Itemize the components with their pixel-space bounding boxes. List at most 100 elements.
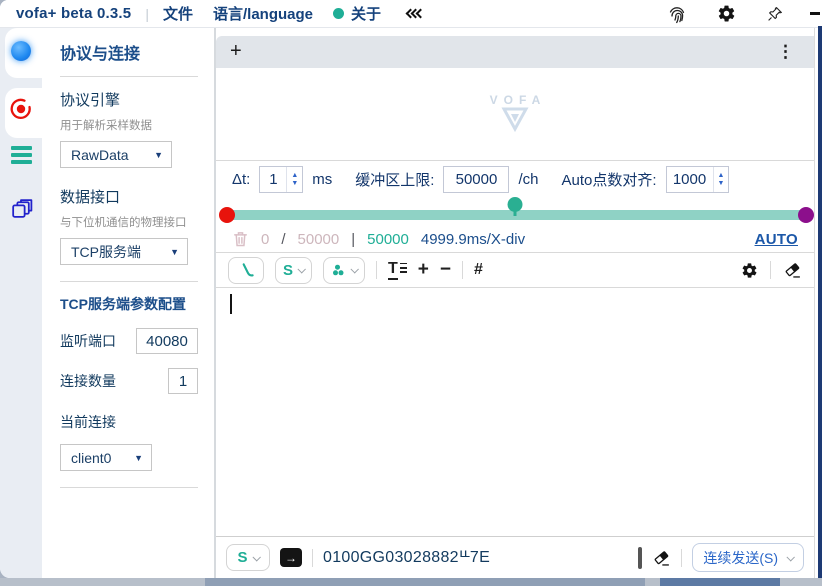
plot-tabbar: + ⋮ [216, 36, 814, 68]
clear-display-eraser-icon[interactable] [783, 261, 802, 279]
port-label: 监听端口 [60, 331, 116, 351]
slash-separator: / [281, 231, 285, 248]
dropdown-arrow-icon: ▼ [134, 453, 143, 463]
auto-scale-button[interactable]: AUTO [755, 231, 798, 248]
app-window: vofa+ beta 0.3.5 | 文件 语言/language 关于 [0, 0, 822, 578]
send-format-dropdown[interactable]: S [226, 544, 270, 571]
menu-about[interactable]: 关于 [333, 3, 381, 24]
engine-select-value: RawData [71, 147, 129, 163]
divider [60, 487, 198, 488]
add-tab-button[interactable]: + [216, 41, 242, 63]
pages-layers-icon[interactable] [0, 196, 42, 221]
text-format-button[interactable]: T [388, 261, 407, 280]
auto-align-spinbox[interactable]: 1000 ▲▼ [666, 166, 730, 193]
text-lines-icon [400, 263, 407, 273]
hex-display-button[interactable]: # [474, 261, 483, 279]
plot-canvas[interactable]: VOFA [216, 68, 814, 160]
interface-select-value: TCP服务端 [71, 242, 141, 262]
minimize-icon[interactable] [810, 12, 820, 15]
current-conn-select[interactable]: client0 ▼ [60, 444, 152, 471]
chevron-down-icon [297, 265, 305, 273]
curve-tool-button[interactable] [228, 257, 264, 284]
divider [60, 76, 198, 77]
dropdown-arrow-icon: ▼ [170, 247, 179, 257]
engine-select[interactable]: RawData ▼ [60, 141, 172, 168]
current-conn-label: 当前连接 [60, 412, 116, 432]
fingerprint-icon[interactable] [667, 4, 687, 24]
menu-file[interactable]: 文件 [163, 3, 193, 24]
dt-spinbox[interactable]: 1 ▲▼ [259, 166, 303, 193]
send-format-label: S [237, 549, 247, 566]
toolbar-divider [376, 261, 377, 279]
send-payload-input[interactable]: 0100GG03028882LL7E [323, 549, 490, 567]
channel-group-dropdown[interactable] [323, 257, 365, 284]
send-bar: S → 0100GG03028882LL7E [216, 536, 814, 578]
menu-about-label: 关于 [351, 3, 381, 24]
interface-desc: 与下位机通信的物理接口 [60, 214, 206, 230]
titlebar: vofa+ beta 0.3.5 | 文件 语言/language 关于 [0, 0, 822, 28]
auto-align-label: Auto点数对齐: [561, 169, 656, 190]
pipe-separator: | [351, 231, 355, 248]
data-text-area[interactable] [216, 288, 814, 536]
pin-icon[interactable] [766, 5, 784, 23]
engine-desc: 用于解析采样数据 [60, 117, 206, 133]
buffer-capacity: 50000 [298, 231, 340, 248]
buffer-limit-label: 缓冲区上限: [355, 169, 434, 190]
spin-arrows-icon[interactable]: ▲▼ [713, 167, 729, 192]
buffer-used: 0 [261, 231, 269, 248]
settings-gear-icon[interactable] [717, 4, 736, 23]
curve-icon [238, 262, 255, 279]
menu-language[interactable]: 语言/language [213, 3, 313, 24]
desktop-strip [0, 578, 822, 586]
payload-prefix: 0100GG03028882 [323, 549, 459, 566]
sendbar-divider [681, 549, 682, 567]
tcp-config-heading: TCP服务端参数配置 [60, 294, 206, 314]
conn-count-label: 连接数量 [60, 371, 116, 391]
panel-title: 协议与连接 [60, 40, 206, 64]
app-title: vofa+ beta 0.3.5 [16, 5, 131, 22]
buffer-limit-input[interactable] [443, 166, 509, 193]
engine-format-label: S [283, 262, 293, 279]
send-mode-dropdown[interactable]: 连续发送(S) [692, 543, 804, 572]
send-button-icon[interactable]: → [280, 548, 302, 567]
display-settings-gear-icon[interactable] [741, 262, 758, 279]
spin-arrows-icon[interactable]: ▲▼ [286, 167, 302, 192]
slider-handle-left[interactable] [219, 207, 235, 223]
clear-send-eraser-icon[interactable] [652, 549, 671, 567]
record-icon[interactable] [0, 97, 42, 121]
xdiv-readout: 4999.9ms/X-div [421, 231, 525, 248]
connection-indicator-icon[interactable] [0, 41, 42, 61]
engine-format-dropdown[interactable]: S [275, 257, 312, 284]
send-mode-label: 连续发送(S) [703, 548, 778, 568]
slider-handle-right[interactable] [798, 207, 814, 223]
toolbar-divider [462, 261, 463, 279]
interface-heading: 数据接口 [60, 186, 206, 207]
collapse-panel-icon[interactable] [407, 10, 422, 17]
main-area: + ⋮ VOFA Δt: 1 ▲▼ ms 缓冲区上限: /ch [216, 28, 815, 578]
font-increase-button[interactable]: + [418, 259, 429, 281]
dt-value: 1 [260, 167, 286, 192]
conn-count-input[interactable] [168, 368, 198, 394]
window-right-edge [818, 26, 822, 578]
buffer-status-row: 0 / 50000 | 50000 4999.9ms/X-div AUTO [216, 226, 814, 252]
chevron-down-icon [350, 265, 358, 273]
sendbar-splitter-handle[interactable] [638, 547, 642, 569]
vofa-watermark-text: VOFA [490, 93, 547, 107]
buffer-unit: /ch [518, 171, 538, 188]
slider-handle-center[interactable] [508, 197, 523, 212]
font-decrease-button[interactable]: − [440, 259, 451, 281]
titlebar-icons [667, 4, 812, 24]
payload-suffix: 7E [470, 549, 490, 566]
about-status-dot-icon [333, 8, 344, 19]
auto-align-value: 1000 [667, 167, 713, 192]
clear-buffer-trash-icon[interactable] [232, 230, 249, 248]
dropdown-arrow-icon: ▼ [154, 150, 163, 160]
channels-list-icon[interactable] [0, 146, 42, 164]
tab-options-kebab-icon[interactable]: ⋮ [777, 42, 814, 62]
port-input[interactable] [136, 328, 198, 354]
linebreak-glyph: LL [460, 549, 469, 559]
chevron-down-icon [786, 553, 794, 561]
interface-select[interactable]: TCP服务端 ▼ [60, 238, 188, 265]
titlebar-separator: | [145, 6, 149, 22]
toolbar-right-group [741, 261, 802, 279]
